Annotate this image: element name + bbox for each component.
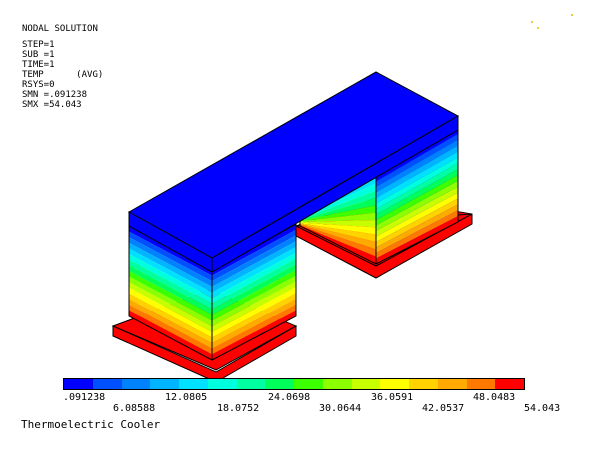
legend-color-cell [380, 379, 409, 389]
legend-label: 6.08588 [113, 403, 156, 414]
legend-color-cell [294, 379, 323, 389]
legend-color-cell [495, 379, 524, 389]
legend-label: 30.0644 [319, 403, 362, 414]
legend-color-cell [437, 379, 467, 389]
legend-color-cell [150, 379, 179, 389]
legend-color-cell [351, 379, 381, 389]
legend-color-cell [121, 379, 151, 389]
legend-color-cell [179, 379, 208, 389]
legend-color-cell [322, 379, 352, 389]
legend-label: 42.0537 [422, 403, 465, 414]
legend-label: 18.0752 [217, 403, 260, 414]
legend-label: 54.043 [524, 403, 561, 414]
legend-color-cell [92, 379, 122, 389]
legend-color-cell [64, 379, 93, 389]
legend-color-cell [265, 379, 294, 389]
legend-color-cell [409, 379, 438, 389]
legend-label: .091238 [63, 392, 106, 403]
legend-label: 24.0698 [268, 392, 311, 403]
legend-color-cell [236, 379, 266, 389]
color-legend-bar [63, 378, 525, 390]
model-caption: Thermoelectric Cooler [21, 418, 161, 431]
legend-color-cell [466, 379, 496, 389]
legend-label: 48.0483 [473, 392, 516, 403]
legend-label: 12.0805 [165, 392, 208, 403]
legend-label: 36.0591 [371, 392, 414, 403]
legend-color-cell [207, 379, 237, 389]
legend-tick-labels: .091238 6.08588 12.0805 18.0752 24.0698 … [0, 392, 594, 416]
